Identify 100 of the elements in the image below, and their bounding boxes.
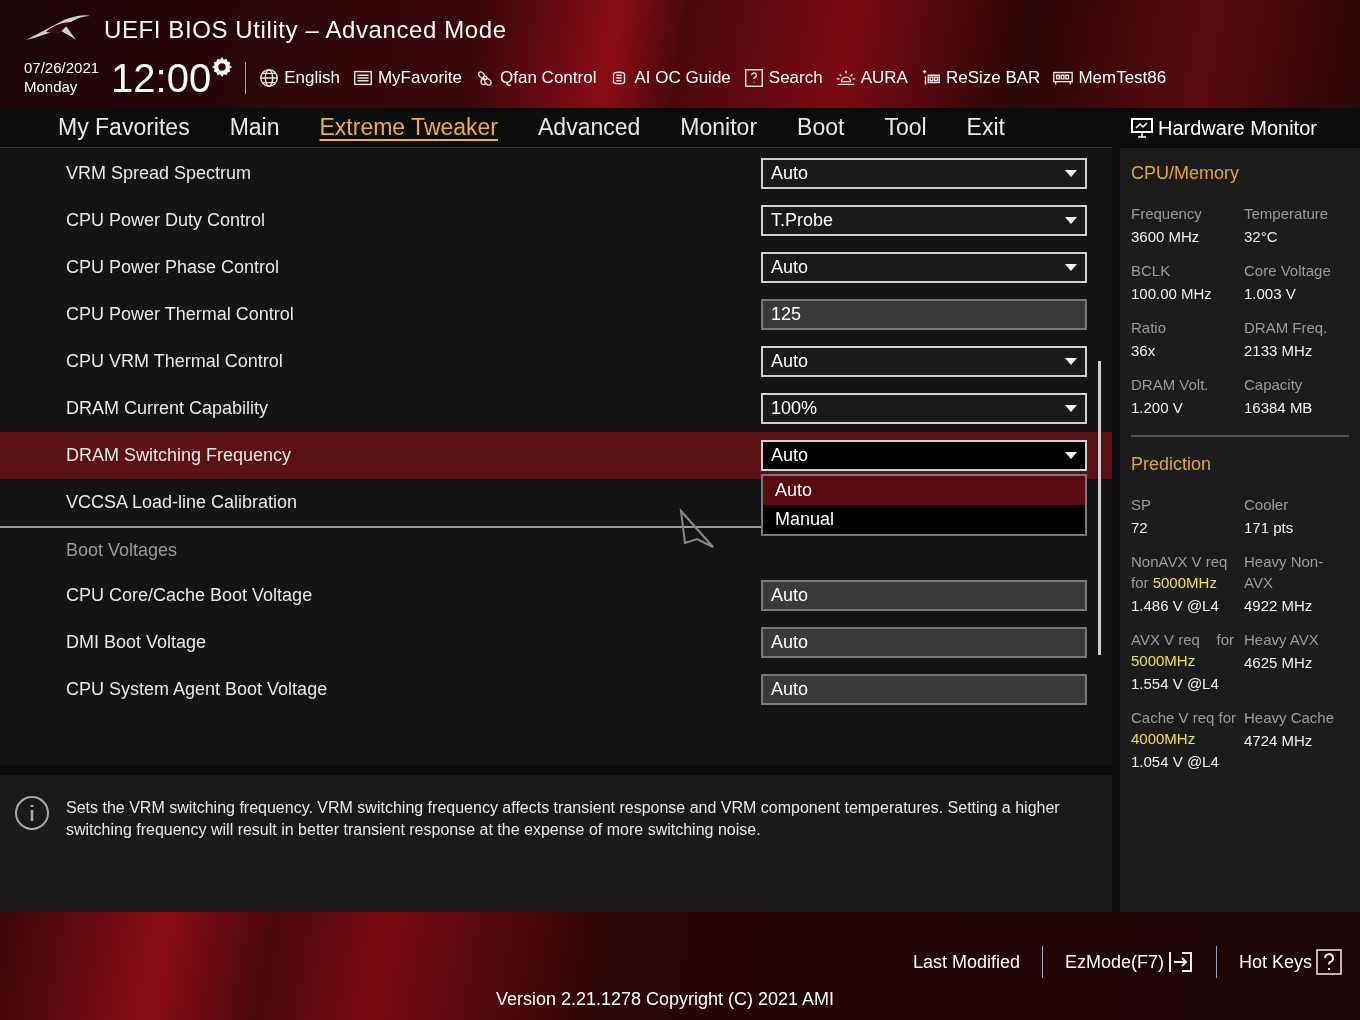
setting-row[interactable]: DRAM Current Capability 100% (0, 385, 1112, 432)
monitor-icon (1130, 117, 1154, 139)
nav-tab[interactable]: Extreme Tweaker (319, 110, 499, 145)
setting-label: CPU Power Phase Control (65, 256, 281, 279)
metric-value: 171 pts (1244, 518, 1295, 538)
nav-tab[interactable]: Monitor (680, 110, 758, 145)
toolbar-button[interactable]: ReSize BAR (919, 65, 1041, 91)
setting-label: VCCSA Load-line Calibration (65, 491, 299, 514)
nav-tab[interactable]: Advanced (538, 110, 641, 145)
metric-value: 4724 MHz (1244, 731, 1314, 751)
setting-label: CPU System Agent Boot Voltage (65, 678, 329, 701)
nav-tab[interactable]: Tool (884, 110, 927, 145)
setting-row[interactable]: CPU System Agent Boot Voltage Auto (0, 666, 1112, 713)
metric-label: BCLK (1131, 261, 1172, 281)
dropdown[interactable]: Auto (761, 346, 1087, 377)
toolbar-button[interactable]: Search (742, 65, 823, 91)
toolbar-button[interactable]: English (258, 65, 340, 91)
metric-label: DRAM Freq. (1244, 318, 1329, 338)
scrollbar[interactable] (1098, 361, 1101, 655)
nav-tab[interactable]: Exit (966, 110, 1005, 145)
section-title: Prediction (1131, 453, 1213, 476)
setting-label: CPU VRM Thermal Control (65, 350, 284, 373)
menu-option[interactable]: Auto (763, 476, 1085, 505)
nav-tab[interactable]: Boot (797, 110, 845, 145)
setting-row[interactable]: VCCSA Load-line Calibration (0, 479, 700, 526)
setting-row[interactable]: DRAM Switching Frequency Auto (0, 432, 1112, 479)
metric-value: 2133 MHz (1244, 341, 1314, 361)
setting-row[interactable]: CPU Power Thermal Control 125 (0, 291, 1112, 338)
setting-label: DRAM Current Capability (65, 397, 270, 420)
settings-icon[interactable] (211, 56, 234, 78)
caret-icon (1065, 451, 1077, 460)
toolbar-button[interactable]: MemTest86 (1052, 65, 1167, 91)
value-field[interactable]: Auto (761, 580, 1087, 611)
setting-label: VRM Spread Spectrum (65, 162, 253, 185)
footer-button[interactable]: Hot Keys (1238, 948, 1342, 976)
dropdown[interactable]: Auto (761, 158, 1087, 189)
metric-label: Core Voltage (1244, 261, 1332, 281)
setting-row[interactable]: VRM Spread Spectrum Auto (0, 150, 1112, 197)
setting-label: CPU Power Duty Control (65, 209, 267, 232)
metric-label: Cooler (1244, 495, 1290, 515)
toolbar-button[interactable]: AI OC Guide (608, 65, 731, 91)
window-title: UEFI BIOS Utility – Advanced Mode (104, 15, 507, 45)
metric-value: 100.00 MHz (1131, 284, 1213, 304)
metric-value: 1.200 V (1131, 398, 1184, 418)
day-text: Monday (24, 78, 79, 97)
metric-label: Heavy AVX (1244, 630, 1320, 650)
setting-label: CPU Power Thermal Control (65, 303, 295, 326)
value-field[interactable]: 125 (761, 299, 1087, 330)
section-heading: Boot Voltages (66, 538, 178, 562)
metric-value: 4922 MHz (1244, 596, 1314, 616)
date-text: 07/26/2021 (24, 59, 100, 78)
footer-button[interactable]: EzMode(F7) (1064, 948, 1194, 976)
value-field[interactable]: Auto (761, 627, 1087, 658)
setting-row[interactable]: CPU Power Duty Control T.Probe (0, 197, 1112, 244)
help-icon (742, 67, 765, 89)
metric-value: 16384 MB (1244, 398, 1314, 418)
menu-option[interactable]: Manual (763, 505, 1085, 534)
section-title: CPU/Memory (1131, 162, 1240, 185)
metric-label: Heavy Cache (1244, 708, 1336, 728)
metric-label: Capacity (1244, 375, 1304, 395)
help-icon (1316, 949, 1342, 975)
nav-tab[interactable]: My Favorites (58, 110, 190, 145)
metric-value: 32°C (1244, 227, 1279, 247)
metric-value: 72 (1131, 518, 1149, 538)
value-field[interactable]: Auto (761, 674, 1087, 705)
toolbar-button[interactable]: MyFavorite (351, 65, 463, 91)
dropdown[interactable]: Auto (761, 252, 1087, 283)
setting-label: DRAM Switching Frequency (65, 444, 293, 467)
dropdown[interactable]: T.Probe (761, 205, 1087, 236)
metric-label: Cache V req for 4000MHz (1131, 708, 1238, 749)
setting-label: DMI Boot Voltage (65, 631, 208, 654)
metric-label: SP (1131, 495, 1152, 515)
setting-row[interactable]: CPU Power Phase Control Auto (0, 244, 1112, 291)
caret-icon (1065, 263, 1077, 272)
nav-tab[interactable]: Main (229, 110, 280, 145)
metric-value: 36x (1131, 341, 1157, 361)
metric-value: 1.486 V @L4 (1131, 596, 1220, 616)
setting-row[interactable]: CPU VRM Thermal Control Auto (0, 338, 1112, 385)
metric-label: DRAM Volt. (1131, 375, 1210, 395)
footer-button[interactable]: Last Modified (912, 948, 1020, 976)
toolbar-button[interactable]: AURA (834, 65, 908, 91)
globe-icon (258, 67, 281, 89)
dropdown[interactable]: 100% (761, 393, 1087, 424)
exit-icon (1167, 950, 1194, 974)
toolbar-button[interactable]: Qfan Control (474, 65, 597, 91)
metric-value: 1.554 V @L4 (1131, 674, 1220, 694)
caret-icon (1065, 216, 1077, 225)
dropdown[interactable]: Auto (761, 440, 1087, 471)
metric-value: 4625 MHz (1244, 653, 1314, 673)
metric-label: Temperature (1244, 204, 1330, 224)
metric-label: NonAVX V req for 5000MHz (1131, 552, 1229, 593)
setting-row[interactable]: CPU Core/Cache Boot Voltage Auto (0, 572, 1112, 619)
caret-icon (1065, 404, 1077, 413)
metric-label: Ratio (1131, 318, 1168, 338)
metric-value: 1.003 V (1244, 284, 1297, 304)
help-text: Sets the VRM switching frequency. VRM switching frequency affects transient response and VRM component temperatures. Setting a higher switching frequency will result in better transient response at the expense of more switching noise. (66, 798, 1061, 840)
metric-label: Frequency (1131, 204, 1203, 224)
clock-time: 12:00 (111, 58, 212, 98)
setting-row[interactable]: DMI Boot Voltage Auto (0, 619, 1112, 666)
metric-label: AVX V req for 5000MHz (1131, 630, 1236, 671)
